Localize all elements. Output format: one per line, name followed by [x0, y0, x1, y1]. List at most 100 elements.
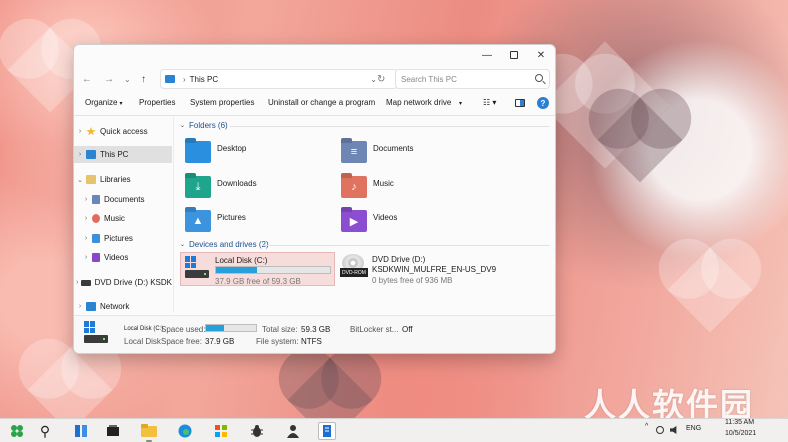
navigation-pane: › Quick access › This PC ⌄ Libraries › D… [74, 117, 172, 313]
group-collapse-icon[interactable]: ⌄ [180, 241, 185, 248]
network-status-icon[interactable] [656, 426, 664, 434]
forward-button[interactable]: → [104, 71, 114, 87]
folder-pictures[interactable]: ▲ Pictures [185, 210, 246, 232]
expand-chevron-icon[interactable]: › [80, 215, 92, 222]
volume-icon[interactable] [670, 426, 677, 434]
help-icon[interactable]: ? [537, 97, 549, 109]
task-view-button[interactable] [72, 422, 90, 440]
expand-chevron-icon[interactable]: › [80, 196, 92, 203]
title-bar[interactable]: — ✕ [74, 45, 555, 65]
uninstall-program-button[interactable]: Uninstall or change a program [268, 98, 375, 107]
video-icon [92, 253, 100, 262]
folder-downloads[interactable]: ⤓ Downloads [185, 176, 257, 198]
file-system-value: NTFS [301, 337, 322, 346]
document-icon [92, 195, 100, 204]
group-collapse-icon[interactable]: ⌄ [180, 122, 185, 129]
drive-dvd-d[interactable]: DVD-ROM DVD Drive (D:) KSDKWIN_MULFRE_EN… [338, 252, 498, 286]
network-icon [86, 302, 96, 311]
maximize-icon [510, 51, 518, 59]
expand-chevron-icon[interactable]: › [74, 303, 86, 310]
search-button[interactable]: ⚲ [36, 422, 54, 440]
sidebar-item-label: Music [104, 214, 125, 223]
map-network-drive-button[interactable]: Map network drive [386, 98, 451, 107]
sidebar-item-dvd-drive[interactable]: › DVD Drive (D:) KSDK [74, 274, 172, 291]
folders-group-header[interactable]: ⌄ Folders (6) [180, 121, 228, 130]
agent-app-button[interactable] [284, 422, 302, 440]
drives-group-header[interactable]: ⌄ Devices and drives (2) [180, 240, 269, 249]
address-dropdown-icon[interactable]: ⌄ [370, 75, 377, 84]
folder-label: Pictures [217, 213, 246, 222]
store-button[interactable] [212, 422, 230, 440]
system-properties-button[interactable]: System properties [190, 98, 254, 107]
folder-icon [86, 175, 96, 184]
folder-documents[interactable]: ≡ Documents [341, 141, 413, 163]
up-button[interactable]: ↑ [141, 71, 146, 87]
sidebar-item-this-pc[interactable]: › This PC [74, 146, 172, 163]
sidebar-item-pictures[interactable]: › Pictures [74, 230, 172, 247]
folder-videos[interactable]: ▶ Videos [341, 210, 397, 232]
sidebar-item-label: Documents [104, 195, 145, 204]
minimize-button[interactable]: — [473, 47, 501, 63]
back-button[interactable]: ← [82, 71, 92, 87]
sidebar-item-quick-access[interactable]: › Quick access [74, 123, 172, 140]
breadcrumb-this-pc[interactable]: This PC [190, 75, 218, 84]
details-pane-icon[interactable] [515, 99, 525, 107]
sidebar-item-libraries[interactable]: ⌄ Libraries [74, 171, 172, 188]
group-divider [230, 126, 550, 127]
sidebar-item-documents[interactable]: › Documents [74, 191, 172, 208]
sidebar-item-music[interactable]: › Music [74, 210, 172, 227]
expand-chevron-icon[interactable]: › [74, 151, 86, 158]
organize-button[interactable]: Organize ▾ [85, 98, 122, 107]
folder-music[interactable]: ♪ Music [341, 176, 394, 198]
expand-chevron-icon[interactable]: › [74, 128, 86, 135]
start-button[interactable] [8, 422, 26, 440]
clock-date[interactable]: 10/5/2021 [725, 430, 756, 437]
maximize-button[interactable] [500, 47, 528, 63]
folder-desktop[interactable]: Desktop [185, 141, 246, 163]
sidebar-item-label: DVD Drive (D:) KSDK [94, 278, 172, 287]
expand-chevron-icon[interactable]: › [80, 254, 92, 261]
file-explorer-taskbar-button[interactable] [140, 422, 158, 442]
more-options-button[interactable]: ▾ [459, 100, 462, 107]
breadcrumb-separator: › [183, 74, 186, 84]
drive-free-space: 0 bytes free of 936 MB [372, 276, 453, 285]
search-box[interactable]: Search This PC [395, 69, 550, 89]
bitlocker-value: Off [402, 325, 413, 334]
music-icon [92, 214, 100, 223]
folder-label: Music [373, 179, 394, 188]
details-pane: Local Disk (C:) Local Disk Space used: S… [74, 315, 555, 353]
clock-time[interactable]: 11:35 AM [725, 419, 754, 426]
expand-chevron-icon[interactable]: › [80, 235, 92, 242]
close-button[interactable]: ✕ [527, 47, 555, 63]
sidebar-item-network[interactable]: › Network [74, 298, 172, 315]
drive-local-disk-c[interactable]: Local Disk (C:) 37.9 GB free of 59.3 GB [180, 252, 335, 286]
videos-folder-icon: ▶ [341, 210, 367, 232]
refresh-button[interactable]: ↻ [377, 71, 385, 87]
edge-icon [178, 424, 192, 438]
space-used-bar [205, 324, 257, 332]
sidebar-item-label: Libraries [100, 175, 131, 184]
file-explorer-window: — ✕ ← → ⌄ ↑ › This PC ⌄ ↻ Search This PC… [73, 44, 556, 354]
tray-overflow-chevron[interactable]: ^ [645, 423, 648, 430]
edge-browser-button[interactable] [176, 422, 194, 440]
folder-label: Documents [373, 144, 414, 153]
sidebar-item-videos[interactable]: › Videos [74, 249, 172, 266]
notepad-app-button[interactable] [318, 422, 336, 440]
search-icon [535, 74, 543, 82]
properties-button[interactable]: Properties [139, 98, 175, 107]
address-bar[interactable]: › This PC ⌄ [160, 69, 398, 89]
recent-locations-button[interactable]: ⌄ [124, 71, 131, 87]
widgets-button[interactable] [104, 422, 122, 440]
expand-chevron-icon[interactable]: › [74, 279, 81, 286]
total-size-label: Total size: [262, 325, 298, 334]
details-drive-icon [84, 321, 110, 347]
collapse-chevron-icon[interactable]: ⌄ [74, 176, 86, 184]
widgets-icon [107, 425, 119, 436]
view-options-button[interactable]: ☷ ▾ [483, 98, 496, 107]
desktop-folder-icon [185, 141, 211, 163]
command-bar: Organize ▾ Properties System properties U… [74, 95, 555, 113]
heart-decoration [597, 97, 683, 183]
folder-label: Desktop [217, 144, 247, 153]
bug-app-button[interactable] [248, 422, 266, 440]
language-indicator[interactable]: ENG [686, 425, 701, 432]
